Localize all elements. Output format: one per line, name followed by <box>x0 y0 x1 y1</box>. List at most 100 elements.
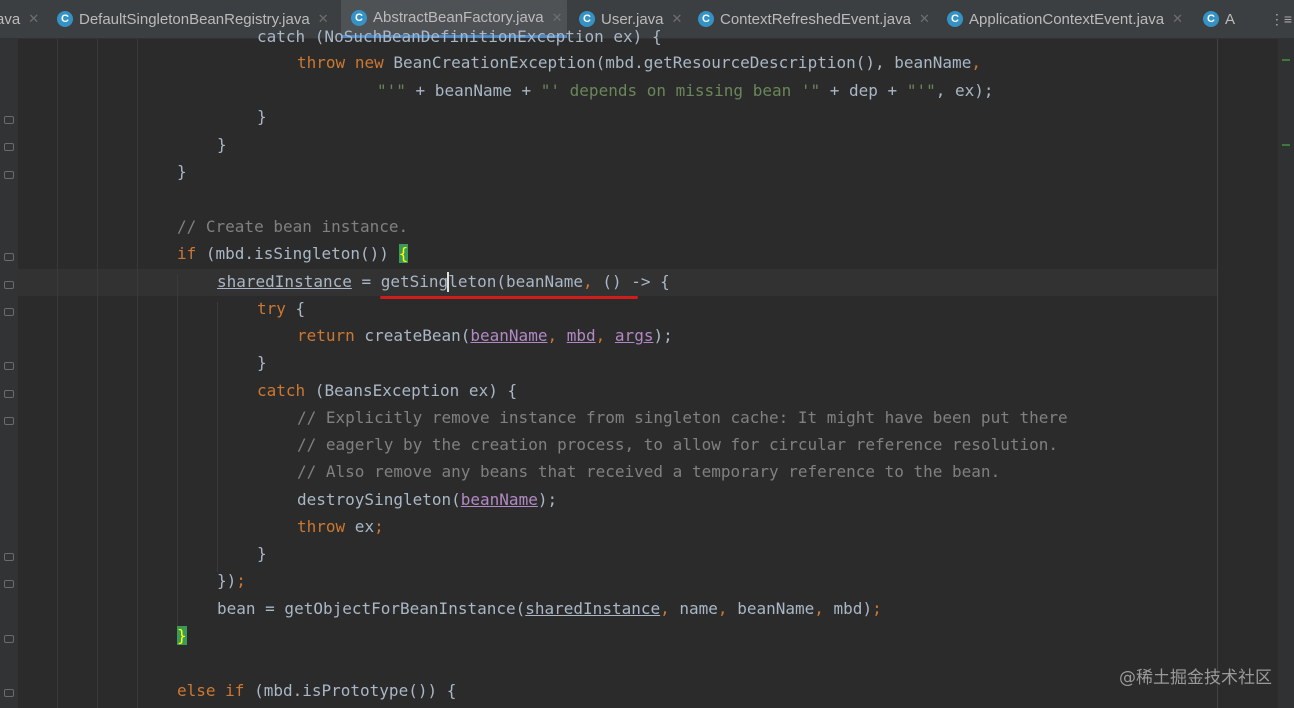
code-line: throw ex; <box>297 516 384 538</box>
code-text: destroySingleton( <box>297 490 461 509</box>
code-line: bean = getObjectForBeanInstance(sharedIn… <box>217 598 882 620</box>
comment: // Explicitly remove instance from singl… <box>297 408 1068 427</box>
punctuation: , <box>595 326 606 345</box>
comment: // eagerly by the creation process, to a… <box>297 435 1058 454</box>
comment: // Create bean instance. <box>177 217 409 236</box>
field-reference: sharedInstance <box>525 599 661 618</box>
tab-partial-java[interactable]: ava ✕ <box>0 0 44 38</box>
code-text: (mbd.isPrototype()) { <box>244 681 457 700</box>
keyword: catch <box>257 381 306 400</box>
editor-scrollbar[interactable] <box>1278 39 1294 708</box>
close-icon[interactable]: ✕ <box>318 11 329 27</box>
tab-context-refreshed-event[interactable]: C ContextRefreshedEvent.java ✕ <box>698 0 938 38</box>
annotation-underline <box>380 296 638 299</box>
code-text: { <box>285 299 306 318</box>
code-line: catch (BeansException ex) { <box>257 380 517 402</box>
code-line: // Explicitly remove instance from singl… <box>297 407 1068 429</box>
close-icon[interactable]: ✕ <box>1172 11 1183 27</box>
punctuation: ; <box>236 571 246 590</box>
close-icon[interactable]: ✕ <box>28 11 39 27</box>
code-line: sharedInstance = getSingleton(beanName, … <box>217 271 670 293</box>
matched-brace: } <box>177 626 187 645</box>
code-line: catch (NoSuchBeanDefinitionException ex)… <box>257 26 662 48</box>
tab-label: AbstractBeanFactory.java <box>373 9 544 26</box>
keyword: new <box>354 53 384 72</box>
code-text: mbd) <box>823 599 873 618</box>
tab-label: ava <box>0 10 21 28</box>
keyword: if <box>177 244 197 263</box>
code-line: else if (mbd.isPrototype()) { <box>177 680 456 702</box>
matched-brace: { <box>398 244 409 263</box>
code-line: return createBean(beanName, mbd, args); <box>297 325 673 347</box>
tab-application-context-event[interactable]: C ApplicationContextEvent.java ✕ <box>947 0 1192 38</box>
code-text: }) <box>217 571 237 590</box>
code-text: (BeansException ex) { <box>305 381 518 400</box>
java-class-icon: C <box>351 9 367 26</box>
code-text: beanName <box>727 599 815 618</box>
punctuation: ; <box>374 517 384 536</box>
code-text: createBean( <box>354 326 471 345</box>
punctuation: , <box>660 599 670 618</box>
parameter-reference: beanName <box>470 326 548 345</box>
punctuation: , <box>814 599 824 618</box>
tab-list-menu-icon[interactable]: ⋮≡ <box>1270 11 1292 28</box>
code-line: "'" + beanName + "' depends on missing b… <box>377 80 994 102</box>
code-text: } <box>217 135 227 154</box>
parameter-reference: mbd <box>566 326 596 345</box>
code-lines[interactable]: catch (NoSuchBeanDefinitionException ex)… <box>0 27 1276 708</box>
code-text: } <box>257 544 267 563</box>
code-line: // Also remove any beans that received a… <box>297 461 1000 483</box>
code-text: + dep + <box>820 81 907 100</box>
code-text: } <box>177 162 187 181</box>
punctuation: ; <box>872 599 882 618</box>
code-line: throw new BeanCreationException(mbd.getR… <box>297 52 981 74</box>
tab-label: A <box>1225 10 1236 28</box>
punctuation: , <box>717 599 728 618</box>
code-editor[interactable]: catch (NoSuchBeanDefinitionException ex)… <box>0 27 1294 708</box>
code-text: = getSingleton(beanName <box>351 272 584 291</box>
java-class-icon: C <box>698 11 714 27</box>
code-line: if (mbd.isSingleton()) { <box>177 243 409 265</box>
tab-partial-a[interactable]: C A <box>1203 0 1243 38</box>
tab-label: ApplicationContextEvent.java <box>969 10 1165 28</box>
close-icon[interactable]: ✕ <box>672 11 683 27</box>
tab-label: User.java <box>601 10 664 28</box>
java-class-icon: C <box>57 11 73 27</box>
code-line: } <box>177 625 187 647</box>
string-literal: "'" <box>906 81 936 100</box>
code-line: }); <box>217 570 246 592</box>
tab-label: DefaultSingletonBeanRegistry.java <box>79 10 310 28</box>
java-class-icon: C <box>579 11 595 27</box>
code-text: (mbd.isSingleton()) <box>196 244 399 263</box>
punctuation: , <box>547 326 558 345</box>
text-caret <box>447 272 449 292</box>
code-text: ); <box>537 490 558 509</box>
code-line: } <box>217 134 227 156</box>
code-line: // Create bean instance. <box>177 216 408 238</box>
code-text: name <box>669 599 718 618</box>
watermark: @稀土掘金技术社区 <box>1119 668 1272 688</box>
scroll-change-marker <box>1282 144 1290 146</box>
java-class-icon: C <box>1203 11 1219 27</box>
code-line: } <box>177 161 187 183</box>
code-text: bean = getObjectForBeanInstance( <box>217 599 526 618</box>
code-line: destroySingleton(beanName); <box>297 489 557 511</box>
keyword: try <box>257 299 286 318</box>
keyword: else <box>177 681 216 700</box>
code-text: , ex); <box>935 81 994 100</box>
close-icon[interactable]: ✕ <box>919 11 930 27</box>
scroll-change-marker <box>1282 59 1290 61</box>
field-reference: sharedInstance <box>217 272 352 291</box>
code-text: } <box>257 353 267 372</box>
code-text: + beanName + <box>405 81 541 100</box>
code-line: } <box>257 543 267 565</box>
code-text: () -> { <box>592 272 670 291</box>
code-text: BeanCreationException(mbd.getResourceDes… <box>383 53 972 72</box>
code-text: catch (NoSuchBeanDefinitionException ex)… <box>257 27 662 46</box>
code-text: ex <box>345 517 375 536</box>
code-line: try { <box>257 298 305 320</box>
close-icon[interactable]: ✕ <box>552 10 563 26</box>
keyword: if <box>225 681 245 700</box>
